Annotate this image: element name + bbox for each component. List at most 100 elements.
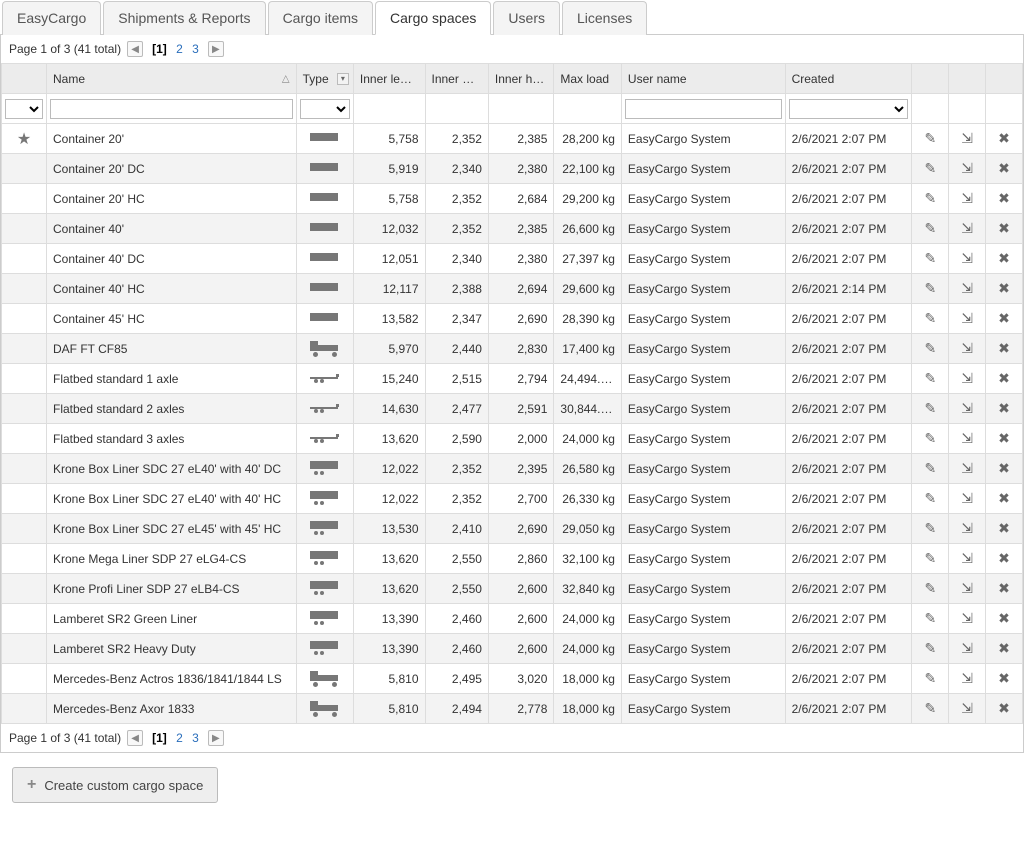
delete-button[interactable]: ✖ — [992, 460, 1016, 477]
delete-button[interactable]: ✖ — [992, 190, 1016, 207]
copy-button[interactable]: ⇲ — [955, 610, 979, 627]
tab-licenses[interactable]: Licenses — [562, 1, 647, 35]
copy-button[interactable]: ⇲ — [955, 280, 979, 297]
copy-button[interactable]: ⇲ — [955, 370, 979, 387]
col-name[interactable]: Name△ — [47, 64, 297, 94]
copy-button[interactable]: ⇲ — [955, 460, 979, 477]
delete-button[interactable]: ✖ — [992, 220, 1016, 237]
col-type[interactable]: Type▾ — [296, 64, 353, 94]
col-user-name[interactable]: User name — [621, 64, 785, 94]
copy-button[interactable]: ⇲ — [955, 580, 979, 597]
filter-type[interactable] — [300, 99, 350, 119]
delete-button[interactable]: ✖ — [992, 400, 1016, 417]
edit-button[interactable]: ✎ — [918, 400, 942, 417]
edit-button[interactable]: ✎ — [918, 310, 942, 327]
copy-button[interactable]: ⇲ — [955, 400, 979, 417]
tab-shipments-reports[interactable]: Shipments & Reports — [103, 1, 265, 35]
star-icon[interactable]: ★ — [17, 131, 31, 148]
filter-favorite[interactable] — [5, 99, 43, 119]
flatbed-icon — [310, 399, 340, 415]
col-inner-height[interactable]: Inner height — [488, 64, 553, 94]
copy-button[interactable]: ⇲ — [955, 700, 979, 717]
copy-button[interactable]: ⇲ — [955, 430, 979, 447]
filter-created[interactable] — [789, 99, 909, 119]
delete-button[interactable]: ✖ — [992, 640, 1016, 657]
col-action-edit — [912, 64, 949, 94]
edit-button[interactable]: ✎ — [918, 520, 942, 537]
cell-len: 12,022 — [353, 454, 425, 484]
edit-button[interactable]: ✎ — [918, 580, 942, 597]
pager-next-button[interactable]: ▶ — [208, 41, 224, 57]
tab-cargo-items[interactable]: Cargo items — [268, 1, 373, 35]
edit-button[interactable]: ✎ — [918, 250, 942, 267]
edit-button[interactable]: ✎ — [918, 700, 942, 717]
delete-button[interactable]: ✖ — [992, 130, 1016, 147]
copy-button[interactable]: ⇲ — [955, 190, 979, 207]
pager-prev-button[interactable]: ◀ — [127, 41, 143, 57]
col-max-load[interactable]: Max load — [554, 64, 622, 94]
delete-button[interactable]: ✖ — [992, 610, 1016, 627]
filter-user[interactable] — [625, 99, 782, 119]
edit-button[interactable]: ✎ — [918, 640, 942, 657]
delete-button[interactable]: ✖ — [992, 490, 1016, 507]
filter-name[interactable] — [50, 99, 293, 119]
edit-button[interactable]: ✎ — [918, 280, 942, 297]
delete-button[interactable]: ✖ — [992, 580, 1016, 597]
cell-load: 26,330 kg — [554, 484, 622, 514]
delete-button[interactable]: ✖ — [992, 520, 1016, 537]
copy-button[interactable]: ⇲ — [955, 220, 979, 237]
copy-button[interactable]: ⇲ — [955, 670, 979, 687]
edit-button[interactable]: ✎ — [918, 550, 942, 567]
delete-button[interactable]: ✖ — [992, 430, 1016, 447]
cell-user: EasyCargo System — [621, 394, 785, 424]
pager-next-button[interactable]: ▶ — [208, 730, 224, 746]
tab-easycargo[interactable]: EasyCargo — [2, 1, 101, 35]
delete-button[interactable]: ✖ — [992, 280, 1016, 297]
copy-button[interactable]: ⇲ — [955, 310, 979, 327]
delete-button[interactable]: ✖ — [992, 310, 1016, 327]
edit-button[interactable]: ✎ — [918, 430, 942, 447]
copy-button[interactable]: ⇲ — [955, 640, 979, 657]
edit-button[interactable]: ✎ — [918, 610, 942, 627]
create-cargo-space-button[interactable]: + Create custom cargo space — [12, 767, 218, 803]
edit-button[interactable]: ✎ — [918, 130, 942, 147]
page-1[interactable]: [1] — [149, 731, 170, 745]
cell-wid: 2,347 — [425, 304, 488, 334]
tab-users[interactable]: Users — [493, 1, 560, 35]
edit-button[interactable]: ✎ — [918, 220, 942, 237]
copy-button[interactable]: ⇲ — [955, 160, 979, 177]
copy-button[interactable]: ⇲ — [955, 490, 979, 507]
edit-button[interactable]: ✎ — [918, 370, 942, 387]
edit-button[interactable]: ✎ — [918, 670, 942, 687]
page-2[interactable]: 2 — [173, 42, 186, 56]
edit-button[interactable]: ✎ — [918, 460, 942, 477]
chevron-down-icon[interactable]: ▾ — [337, 73, 349, 85]
page-3[interactable]: 3 — [189, 731, 202, 745]
delete-button[interactable]: ✖ — [992, 250, 1016, 267]
col-inner-length[interactable]: Inner length — [353, 64, 425, 94]
page-1[interactable]: [1] — [149, 42, 170, 56]
delete-button[interactable]: ✖ — [992, 550, 1016, 567]
edit-button[interactable]: ✎ — [918, 190, 942, 207]
delete-button[interactable]: ✖ — [992, 340, 1016, 357]
copy-button[interactable]: ⇲ — [955, 130, 979, 147]
page-2[interactable]: 2 — [173, 731, 186, 745]
col-inner-width[interactable]: Inner width — [425, 64, 488, 94]
delete-button[interactable]: ✖ — [992, 670, 1016, 687]
edit-button[interactable]: ✎ — [918, 160, 942, 177]
col-created[interactable]: Created — [785, 64, 912, 94]
copy-button[interactable]: ⇲ — [955, 340, 979, 357]
page-3[interactable]: 3 — [189, 42, 202, 56]
tab-cargo-spaces[interactable]: Cargo spaces — [375, 1, 491, 35]
col-favorite[interactable] — [2, 64, 47, 94]
copy-button[interactable]: ⇲ — [955, 250, 979, 267]
pager-summary: Page 1 of 3 (41 total) — [9, 42, 121, 56]
delete-button[interactable]: ✖ — [992, 700, 1016, 717]
edit-button[interactable]: ✎ — [918, 340, 942, 357]
edit-button[interactable]: ✎ — [918, 490, 942, 507]
delete-button[interactable]: ✖ — [992, 160, 1016, 177]
copy-button[interactable]: ⇲ — [955, 520, 979, 537]
delete-button[interactable]: ✖ — [992, 370, 1016, 387]
copy-button[interactable]: ⇲ — [955, 550, 979, 567]
pager-prev-button[interactable]: ◀ — [127, 730, 143, 746]
